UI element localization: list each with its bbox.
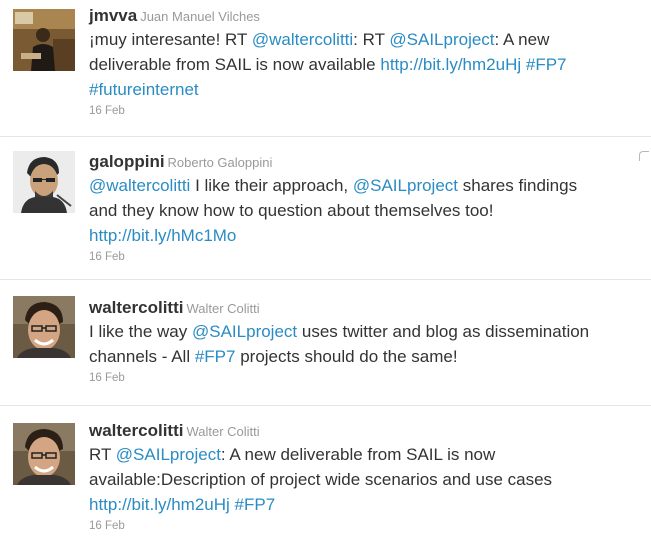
text-segment: I like their approach, [190, 176, 353, 195]
text-segment: projects should do the same! [235, 347, 458, 366]
tweet-line: channels - All #FP7 projects should do t… [89, 344, 651, 369]
tweet-line: @waltercolitti I like their approach, @S… [89, 173, 651, 198]
full-name[interactable]: Roberto Galoppini [168, 155, 273, 170]
url-link[interactable]: http://bit.ly/hm2uHj [380, 55, 521, 74]
tweet-item: galoppini Roberto Galoppini @waltercolitt… [0, 137, 651, 280]
tweet-item: waltercolitti Walter Colitti RT @SAILproj… [0, 406, 651, 548]
text-segment: uses twitter and blog as dissemination [297, 322, 590, 341]
tweet-content: galoppini Roberto Galoppini @waltercolitt… [89, 151, 651, 264]
hashtag-link[interactable]: #FP7 [526, 55, 567, 74]
tweet-text: I like the way @SAILproject uses twitter… [89, 319, 651, 369]
text-segment: ¡muy interesante! RT [89, 30, 252, 49]
mention-link[interactable]: @SAILproject [192, 322, 297, 341]
tweet-content: waltercolitti Walter Colitti RT @SAILproj… [89, 420, 651, 533]
url-link[interactable]: http://bit.ly/hMc1Mo [89, 226, 236, 245]
tweet-line: ¡muy interesante! RT @waltercolitti: RT … [89, 27, 651, 52]
tweet-line: RT @SAILproject: A new deliverable from … [89, 442, 651, 467]
tweet-item: jmvva Juan Manuel Vilches ¡muy interesant… [0, 0, 651, 137]
tweet-text: RT @SAILproject: A new deliverable from … [89, 442, 651, 517]
mention-link[interactable]: @SAILproject [353, 176, 458, 195]
url-link[interactable]: http://bit.ly/hm2uHj [89, 495, 230, 514]
full-name[interactable]: Walter Colitti [186, 424, 259, 439]
text-segment: and they know how to question about them… [89, 201, 494, 220]
screen-name[interactable]: galoppini [89, 152, 165, 171]
tweet-line: http://bit.ly/hm2uHj #FP7 [89, 492, 651, 517]
text-segment: channels - All [89, 347, 195, 366]
text-segment: shares findings [458, 176, 578, 195]
tweet-item: waltercolitti Walter Colitti I like the w… [0, 280, 651, 406]
screen-name[interactable]: waltercolitti [89, 421, 183, 440]
screen-name[interactable]: jmvva [89, 6, 137, 25]
user-photo-icon [13, 9, 75, 71]
timestamp[interactable]: 16 Feb [89, 104, 651, 118]
tweet-line: #futureinternet [89, 77, 651, 102]
tweet-text: @waltercolitti I like their approach, @S… [89, 173, 651, 248]
avatar[interactable] [13, 151, 75, 213]
screen-name[interactable]: waltercolitti [89, 298, 183, 317]
text-segment: I like the way [89, 322, 192, 341]
tweet-line: deliverable from SAIL is now available h… [89, 52, 651, 77]
text-segment: RT [89, 445, 116, 464]
tweet-content: waltercolitti Walter Colitti I like the w… [89, 297, 651, 385]
timestamp[interactable]: 16 Feb [89, 250, 651, 264]
mention-link[interactable]: @SAILproject [389, 30, 494, 49]
text-segment: : A new [494, 30, 550, 49]
text-segment: available:Description of project wide sc… [89, 470, 553, 489]
timestamp[interactable]: 16 Feb [89, 371, 651, 385]
hashtag-link[interactable]: #futureinternet [89, 80, 199, 99]
avatar[interactable] [13, 296, 75, 358]
tweet-content: jmvva Juan Manuel Vilches ¡muy interesant… [89, 5, 651, 118]
mention-link[interactable]: @SAILproject [116, 445, 221, 464]
user-photo-icon [13, 296, 75, 358]
hashtag-link[interactable]: #FP7 [235, 495, 276, 514]
avatar[interactable] [13, 9, 75, 71]
user-photo-icon [13, 151, 75, 213]
reply-icon[interactable] [639, 151, 649, 161]
text-segment: deliverable from SAIL is now available [89, 55, 381, 74]
text-segment: : A new deliverable from SAIL is now [220, 445, 496, 464]
text-segment: : RT [353, 30, 390, 49]
tweet-text: ¡muy interesante! RT @waltercolitti: RT … [89, 27, 651, 102]
user-photo-icon [13, 423, 75, 485]
full-name[interactable]: Juan Manuel Vilches [140, 9, 260, 24]
hashtag-link[interactable]: #FP7 [195, 347, 236, 366]
tweet-feed: jmvva Juan Manuel Vilches ¡muy interesant… [0, 0, 651, 549]
tweet-line: http://bit.ly/hMc1Mo [89, 223, 651, 248]
timestamp[interactable]: 16 Feb [89, 519, 651, 533]
tweet-line: I like the way @SAILproject uses twitter… [89, 319, 651, 344]
full-name[interactable]: Walter Colitti [186, 301, 259, 316]
tweet-line: and they know how to question about them… [89, 198, 651, 223]
avatar[interactable] [13, 423, 75, 485]
tweet-line: available:Description of project wide sc… [89, 467, 651, 492]
mention-link[interactable]: @waltercolitti [252, 30, 353, 49]
mention-link[interactable]: @waltercolitti [89, 176, 190, 195]
